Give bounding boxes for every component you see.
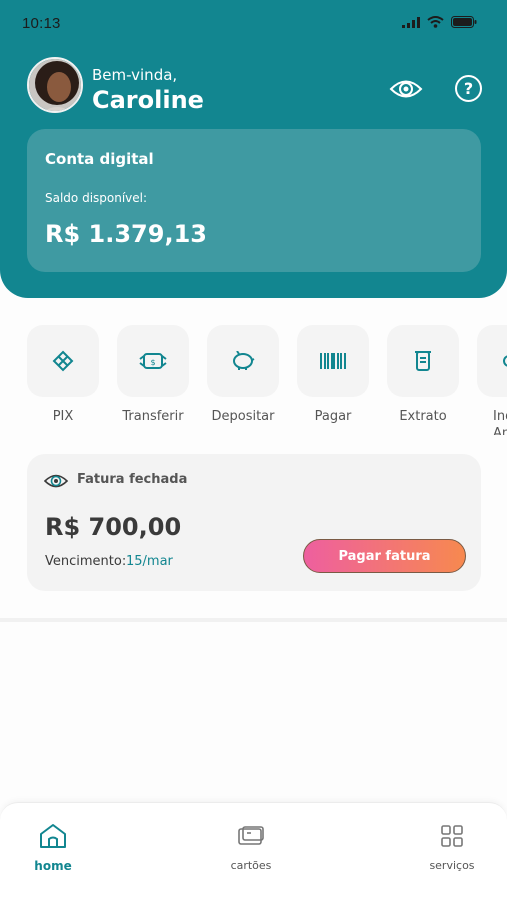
nav-home[interactable]: home: [8, 821, 98, 873]
action-pix[interactable]: PIX: [27, 325, 99, 425]
quick-actions: PIX $ Transferir Depositar Pagar Extrato…: [27, 325, 507, 435]
nav-label: home: [34, 859, 72, 873]
action-label: Pagar: [314, 409, 352, 424]
question-mark-icon: ?: [463, 79, 474, 98]
action-label: Depositar: [211, 409, 275, 424]
invoice-title: Fatura fechada: [77, 472, 188, 487]
action-label: Transferir: [122, 409, 184, 424]
action-extrato[interactable]: Extrato: [387, 325, 459, 425]
help-button[interactable]: ?: [455, 75, 482, 102]
svg-text:$: $: [150, 358, 155, 367]
header: 10:13 Bem-vinda, Caroline ? Conta digita…: [0, 0, 507, 298]
action-label: PIX: [52, 409, 74, 424]
receipt-icon: [415, 351, 431, 371]
divider: [0, 618, 507, 622]
pay-invoice-button[interactable]: Pagar fatura: [303, 539, 466, 573]
card-icon: [238, 826, 264, 845]
action-label: Ind Am: [493, 409, 507, 435]
eye-icon: [389, 80, 423, 98]
invite-icon: [503, 355, 507, 367]
nav-servicos[interactable]: serviços: [407, 821, 497, 872]
greeting: Bem-vinda,: [92, 66, 178, 84]
balance-label: Saldo disponível:: [45, 191, 148, 205]
wifi-icon: [427, 16, 444, 28]
pix-icon: [52, 350, 74, 372]
piggy-bank-icon: [233, 351, 255, 370]
signal-icon: [402, 16, 420, 28]
nav-cartoes[interactable]: cartões: [206, 821, 296, 872]
home-icon: [40, 824, 66, 848]
invoice-card[interactable]: Fatura fechada R$ 700,00 Vencimento: 15/…: [27, 454, 481, 591]
due-label: Vencimento:: [45, 554, 127, 569]
action-indicar[interactable]: Ind Am: [477, 325, 507, 435]
nav-label: serviços: [429, 859, 475, 872]
grid-icon: [441, 825, 463, 847]
invoice-value: R$ 700,00: [45, 513, 182, 541]
account-card[interactable]: Conta digital Saldo disponível: R$ 1.379…: [27, 129, 481, 272]
action-depositar[interactable]: Depositar: [207, 325, 279, 425]
status-time: 10:13: [22, 15, 61, 32]
barcode-icon: [320, 353, 346, 369]
toggle-visibility-button[interactable]: [389, 76, 423, 102]
nav-label: cartões: [230, 859, 272, 872]
action-pagar[interactable]: Pagar: [297, 325, 369, 425]
user-name: Caroline: [92, 86, 204, 114]
battery-icon: [451, 16, 477, 28]
account-title: Conta digital: [45, 150, 154, 168]
status-icons: [402, 16, 477, 28]
bottom-nav: home cartões serviços: [0, 802, 507, 900]
avatar[interactable]: [27, 57, 83, 113]
eye-icon[interactable]: [44, 472, 68, 490]
action-transferir[interactable]: $ Transferir: [117, 325, 189, 425]
money-transfer-icon: $: [139, 353, 167, 369]
action-label: Extrato: [399, 409, 447, 424]
due-date: 15/mar: [126, 554, 173, 569]
balance-value: R$ 1.379,13: [45, 220, 207, 248]
